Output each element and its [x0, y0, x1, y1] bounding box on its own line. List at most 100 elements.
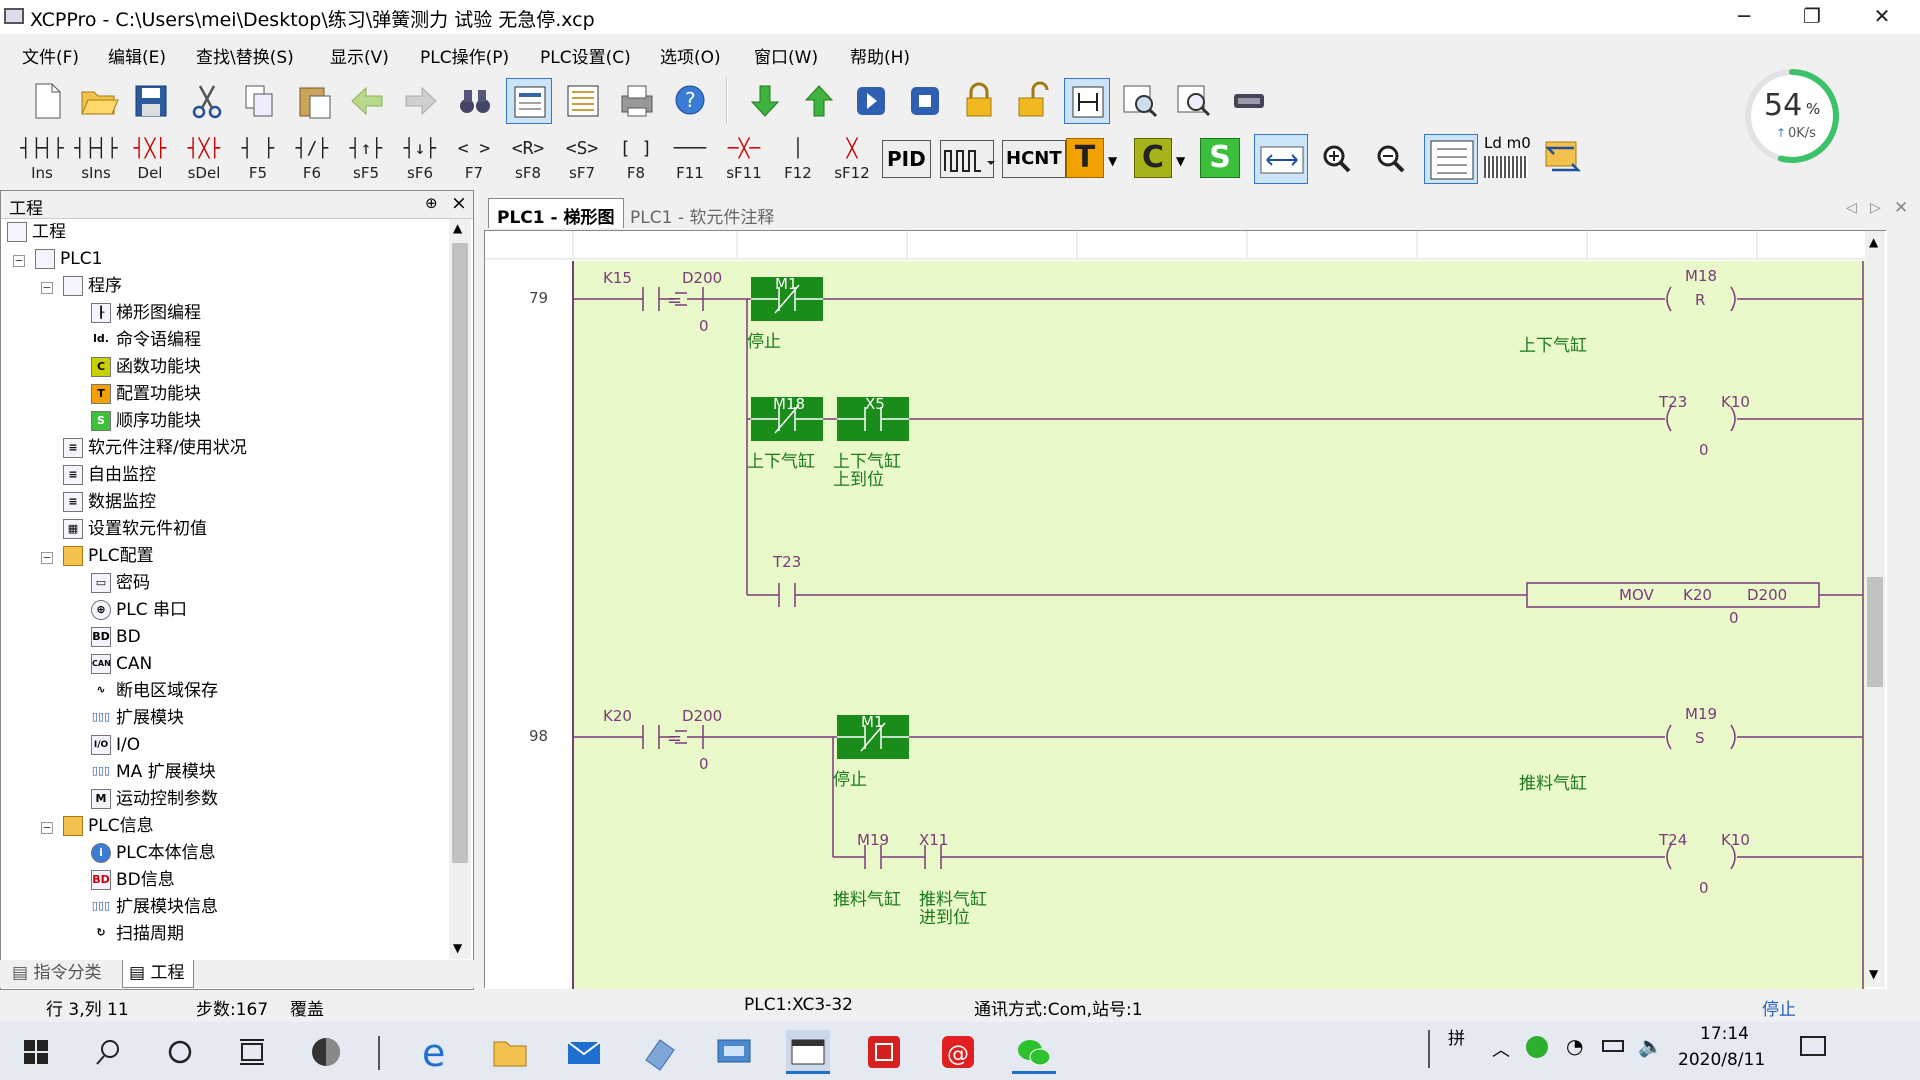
scroll-down-icon[interactable]: ▼: [453, 941, 462, 955]
tree-item[interactable]: ▭ 密码: [7, 570, 447, 597]
xcppro-taskbar-icon[interactable]: [786, 1030, 830, 1074]
cut-button[interactable]: [184, 78, 230, 124]
open-file-button[interactable]: [76, 78, 122, 124]
copy-button[interactable]: [236, 78, 282, 124]
menu-edit[interactable]: 编辑(E): [108, 43, 166, 68]
forward-arrow-icon[interactable]: [398, 78, 444, 124]
nc-contact-button[interactable]: ┤/├ F6: [286, 134, 338, 182]
tree-item[interactable]: M 运动控制参数: [7, 786, 447, 813]
zoom-in-icon[interactable]: [1314, 136, 1360, 182]
scroll-up-icon[interactable]: ▲: [1869, 235, 1878, 249]
tree-item[interactable]: CAN CAN: [7, 651, 447, 678]
wechat-icon[interactable]: [1012, 1030, 1056, 1074]
mail-master-icon[interactable]: @: [936, 1030, 980, 1074]
collapse-plc-config-icon[interactable]: −: [41, 552, 53, 564]
tree-item[interactable]: ≡ 自由监控: [7, 462, 447, 489]
tab-close-icon[interactable]: ✕: [1894, 198, 1908, 218]
delete-button[interactable]: ┤╳├ Del: [124, 134, 176, 182]
menu-help[interactable]: 帮助(H): [850, 43, 910, 68]
scroll-up-icon[interactable]: ▲: [453, 221, 462, 235]
volume-icon[interactable]: 🔈: [1638, 1034, 1663, 1058]
edge-browser-icon[interactable]: e: [414, 1030, 458, 1075]
print-button[interactable]: [614, 78, 660, 124]
tree-item[interactable]: BD BD信息: [7, 867, 447, 894]
ime-indicator[interactable]: 拼: [1448, 1024, 1465, 1049]
menu-view[interactable]: 显示(V): [330, 43, 389, 68]
clock-time[interactable]: 17:14: [1700, 1024, 1749, 1044]
tree-item[interactable]: PLC配置: [7, 543, 447, 570]
new-file-button[interactable]: [24, 78, 70, 124]
tree-item[interactable]: PLC1: [7, 246, 447, 273]
menu-window[interactable]: 窗口(W): [754, 43, 818, 68]
tree-item[interactable]: C 函数功能块: [7, 354, 447, 381]
collapse-plc1-icon[interactable]: −: [13, 255, 25, 267]
tree-item[interactable]: ▯▯▯ MA 扩展模块: [7, 759, 447, 786]
pulse-button[interactable]: [940, 140, 995, 178]
file-explorer-icon[interactable]: [488, 1030, 532, 1074]
menu-options[interactable]: 选项(O): [660, 43, 721, 68]
notification-icon[interactable]: [1800, 1036, 1826, 1056]
tab-comments[interactable]: PLC1 - 软元件注释: [622, 198, 782, 228]
comment-display-button[interactable]: [1424, 134, 1478, 184]
tree-item[interactable]: ↻ 扫描周期: [7, 921, 447, 948]
no-contact-button[interactable]: ┤ ├ F5: [232, 134, 284, 182]
wifi-icon[interactable]: ◔: [1566, 1034, 1583, 1058]
menu-file[interactable]: 文件(F): [22, 43, 79, 68]
tree-item[interactable]: ▦ 设置软元件初值: [7, 516, 447, 543]
instruction-box-button[interactable]: [ ] F8: [610, 134, 662, 182]
tab-project[interactable]: ▤ 工程: [122, 960, 194, 988]
zoom-doc-icon[interactable]: [1172, 78, 1218, 124]
search-icon[interactable]: [86, 1030, 130, 1074]
battery-icon[interactable]: [1602, 1040, 1624, 1052]
horizontal-line-button[interactable]: ─── F11: [664, 134, 716, 182]
ladder-view-button[interactable]: [506, 78, 552, 124]
tree-item[interactable]: ld. 命令语编程: [7, 327, 447, 354]
tree-item[interactable]: i PLC本体信息: [7, 840, 447, 867]
restore-button[interactable]: ❐: [1782, 0, 1842, 34]
download-arrow-icon[interactable]: [742, 78, 788, 124]
monitor-search-icon[interactable]: [1118, 78, 1164, 124]
tree-item[interactable]: 程序: [7, 273, 447, 300]
conversion-icon[interactable]: [1540, 134, 1586, 180]
tree-item[interactable]: ▯▯▯ 扩展模块信息: [7, 894, 447, 921]
tab-scroll-right-icon[interactable]: ▷: [1870, 200, 1881, 216]
back-arrow-icon[interactable]: [344, 78, 390, 124]
cortana-icon[interactable]: [158, 1030, 202, 1074]
tree-item[interactable]: ⊕ PLC 串口: [7, 597, 447, 624]
auto-arrange-button[interactable]: [1254, 134, 1308, 184]
rising-edge-button[interactable]: ┤↑├ sF5: [340, 134, 392, 182]
comm-port-icon[interactable]: [1226, 78, 1272, 124]
collapse-plc-info-icon[interactable]: −: [41, 822, 53, 834]
document-app-icon[interactable]: [638, 1030, 682, 1074]
pinwheel-app-icon[interactable]: [304, 1030, 348, 1074]
minimize-button[interactable]: ─: [1714, 0, 1774, 34]
security-app-icon[interactable]: [1526, 1036, 1548, 1058]
find-binoculars-icon[interactable]: [452, 78, 498, 124]
scroll-down-icon[interactable]: ▼: [1869, 967, 1878, 981]
pid-button[interactable]: PID: [882, 140, 931, 178]
delete-vertical-line-button[interactable]: ╳ sF12: [826, 134, 878, 182]
close-button[interactable]: ✕: [1852, 0, 1912, 34]
panel-close-button[interactable]: ×: [451, 192, 467, 214]
tab-scroll-left-icon[interactable]: ◁: [1846, 200, 1857, 216]
upload-arrow-icon[interactable]: [796, 78, 842, 124]
menu-plc-operation[interactable]: PLC操作(P): [420, 43, 509, 68]
scroll-thumb[interactable]: [452, 243, 468, 863]
windows-start-icon[interactable]: [14, 1030, 58, 1074]
stop-button[interactable]: [902, 78, 948, 124]
ld-m0-label[interactable]: Ld m0: [1484, 134, 1531, 152]
scroll-thumb[interactable]: [1867, 577, 1883, 687]
shift-delete-button[interactable]: ┤╳├ sDel: [178, 134, 230, 182]
reset-coil-button[interactable]: <R> sF8: [502, 134, 554, 182]
paste-button[interactable]: [292, 78, 338, 124]
tree-item[interactable]: S 顺序功能块: [7, 408, 447, 435]
vertical-line-button[interactable]: │ F12: [772, 134, 824, 182]
shift-insert-button[interactable]: ┤├┤├ sIns: [70, 134, 122, 182]
set-coil-button[interactable]: <S> sF7: [556, 134, 608, 182]
save-button[interactable]: [128, 78, 174, 124]
t-block-button[interactable]: T: [1066, 138, 1104, 178]
unlock-icon[interactable]: [1010, 78, 1056, 124]
coil-button[interactable]: < > F7: [448, 134, 500, 182]
tree-item[interactable]: ▯▯▯ 扩展模块: [7, 705, 447, 732]
c-dropdown-icon[interactable]: ▼: [1176, 154, 1185, 168]
